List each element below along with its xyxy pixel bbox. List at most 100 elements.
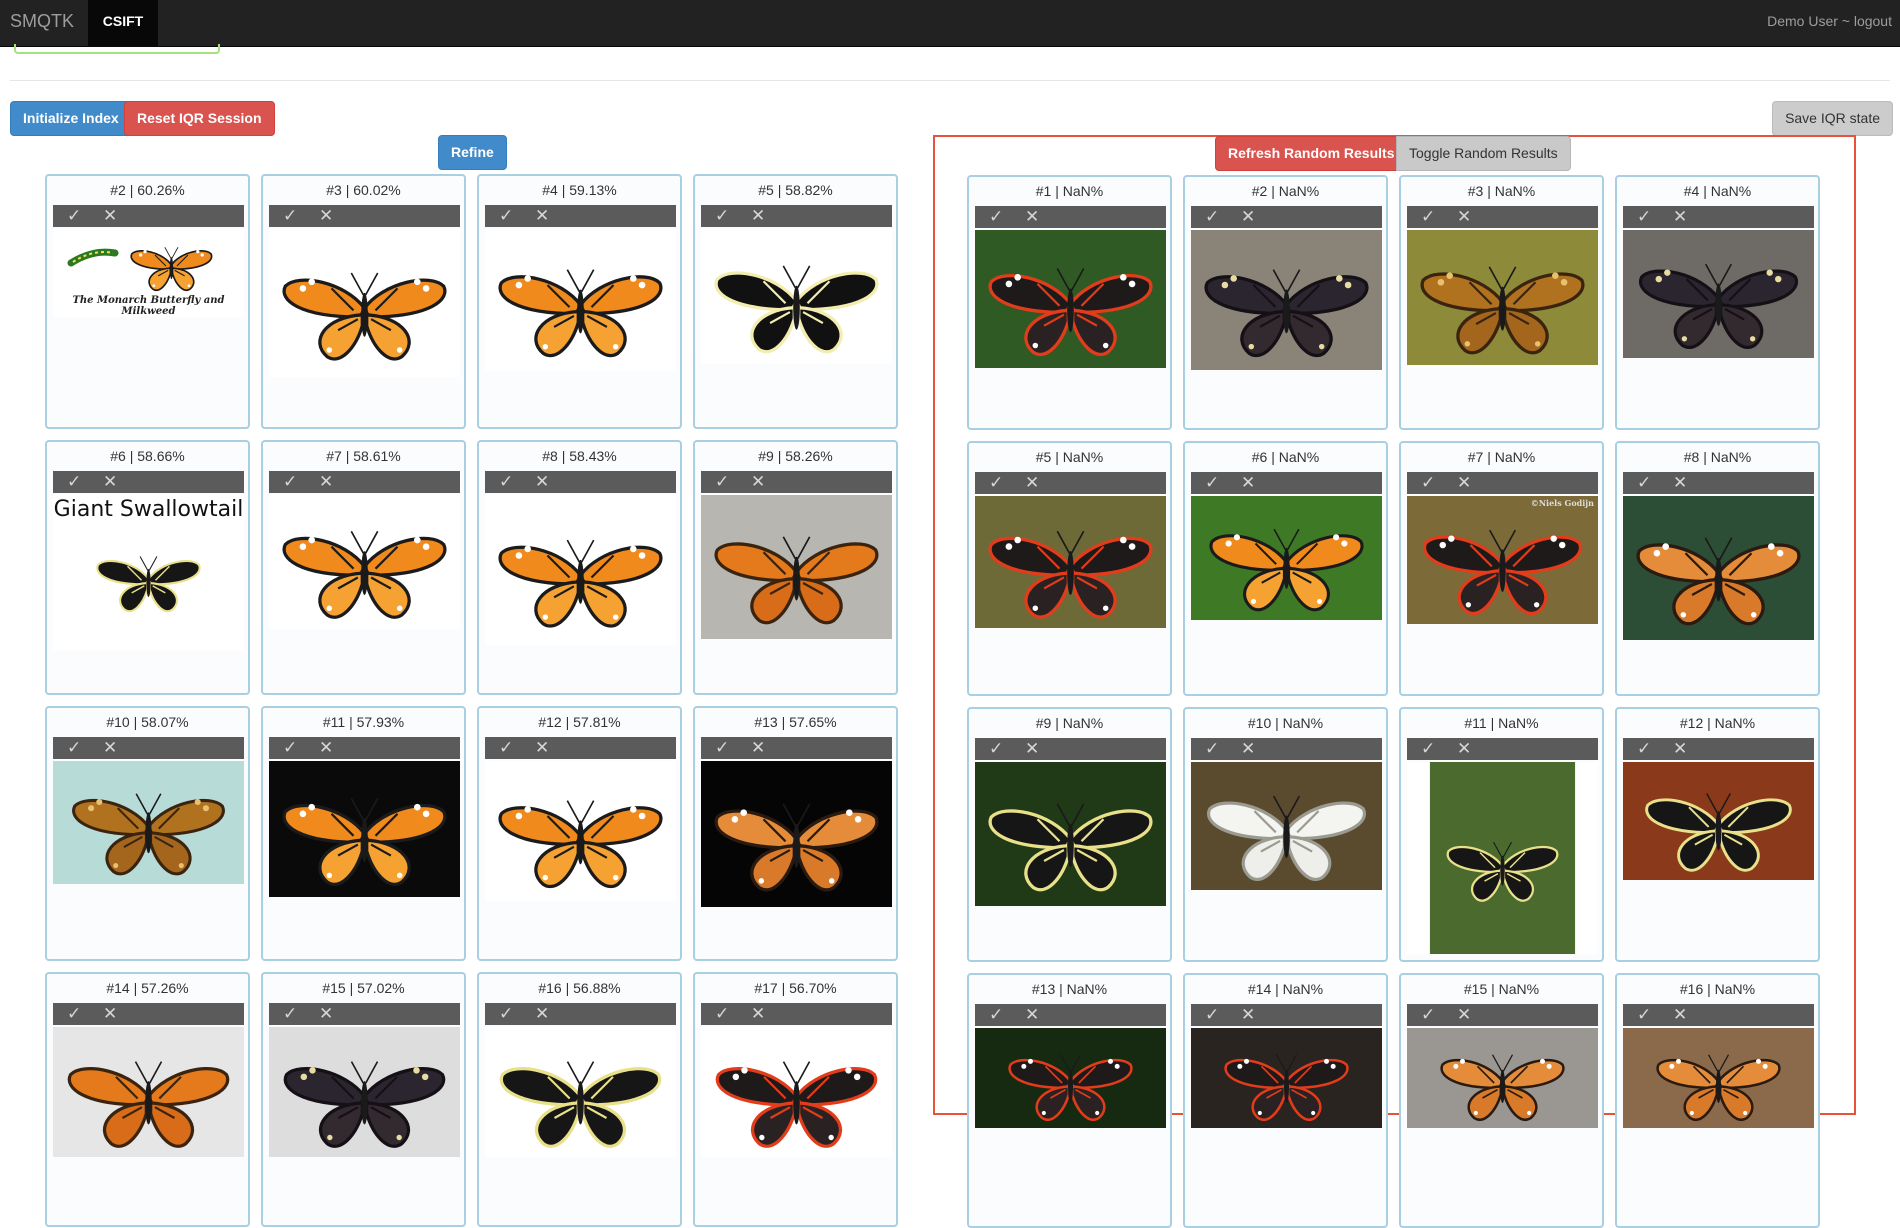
mark-negative-x-icon[interactable]: ✕ — [1457, 206, 1471, 228]
mark-negative-x-icon[interactable]: ✕ — [535, 1003, 549, 1025]
mark-positive-check-icon[interactable]: ✓ — [1637, 1004, 1651, 1026]
result-thumbnail-image[interactable] — [269, 1027, 460, 1157]
mark-negative-x-icon[interactable]: ✕ — [103, 471, 117, 493]
mark-positive-check-icon[interactable]: ✓ — [989, 1004, 1003, 1026]
mark-negative-x-icon[interactable]: ✕ — [1673, 1004, 1687, 1026]
mark-negative-x-icon[interactable]: ✕ — [1025, 738, 1039, 760]
mark-positive-check-icon[interactable]: ✓ — [715, 471, 729, 493]
mark-negative-x-icon[interactable]: ✕ — [535, 205, 549, 227]
mark-positive-check-icon[interactable]: ✓ — [67, 737, 81, 759]
result-thumbnail-image[interactable] — [701, 229, 892, 364]
result-thumbnail-image[interactable] — [1191, 762, 1382, 890]
result-thumbnail-image[interactable] — [1191, 230, 1382, 370]
mark-negative-x-icon[interactable]: ✕ — [1241, 472, 1255, 494]
mark-positive-check-icon[interactable]: ✓ — [1637, 738, 1651, 760]
mark-negative-x-icon[interactable]: ✕ — [1673, 738, 1687, 760]
mark-positive-check-icon[interactable]: ✓ — [283, 737, 297, 759]
mark-positive-check-icon[interactable]: ✓ — [1205, 206, 1219, 228]
mark-positive-check-icon[interactable]: ✓ — [283, 1003, 297, 1025]
mark-positive-check-icon[interactable]: ✓ — [1421, 472, 1435, 494]
mark-negative-x-icon[interactable]: ✕ — [1457, 738, 1471, 760]
mark-positive-check-icon[interactable]: ✓ — [1637, 472, 1651, 494]
result-thumbnail-image[interactable] — [701, 1027, 892, 1157]
mark-positive-check-icon[interactable]: ✓ — [67, 205, 81, 227]
result-thumbnail-image[interactable] — [1191, 1028, 1382, 1128]
save-iqr-state-button[interactable]: Save IQR state — [1772, 101, 1893, 136]
mark-negative-x-icon[interactable]: ✕ — [1025, 206, 1039, 228]
mark-negative-x-icon[interactable]: ✕ — [751, 205, 765, 227]
mark-positive-check-icon[interactable]: ✓ — [1421, 1004, 1435, 1026]
result-thumbnail-image[interactable]: Giant Swallowtail — [53, 495, 244, 650]
result-thumbnail-image[interactable] — [701, 761, 892, 907]
mark-negative-x-icon[interactable]: ✕ — [319, 1003, 333, 1025]
mark-negative-x-icon[interactable]: ✕ — [1457, 472, 1471, 494]
result-thumbnail-image[interactable] — [975, 230, 1166, 368]
mark-positive-check-icon[interactable]: ✓ — [1205, 1004, 1219, 1026]
mark-negative-x-icon[interactable]: ✕ — [1241, 206, 1255, 228]
toggle-random-results-button[interactable]: Toggle Random Results — [1396, 136, 1571, 171]
result-thumbnail-image[interactable] — [975, 496, 1166, 628]
result-thumbnail-image[interactable] — [485, 229, 676, 371]
mark-negative-x-icon[interactable]: ✕ — [319, 205, 333, 227]
result-thumbnail-image[interactable] — [53, 761, 244, 884]
result-thumbnail-image[interactable] — [485, 495, 676, 645]
result-thumbnail-image[interactable] — [1623, 496, 1814, 640]
mark-negative-x-icon[interactable]: ✕ — [319, 737, 333, 759]
mark-positive-check-icon[interactable]: ✓ — [715, 205, 729, 227]
result-thumbnail-image[interactable] — [269, 229, 460, 377]
mark-positive-check-icon[interactable]: ✓ — [1421, 738, 1435, 760]
brand-logo[interactable]: SMQTK — [10, 0, 74, 47]
mark-negative-x-icon[interactable]: ✕ — [1457, 1004, 1471, 1026]
mark-positive-check-icon[interactable]: ✓ — [67, 471, 81, 493]
mark-negative-x-icon[interactable]: ✕ — [535, 471, 549, 493]
result-thumbnail-image[interactable]: The Monarch Butterfly and Milkweed — [53, 229, 244, 317]
mark-negative-x-icon[interactable]: ✕ — [319, 471, 333, 493]
result-thumbnail-image[interactable] — [53, 1027, 244, 1157]
result-thumbnail-image[interactable]: ©Niels Godijn — [1407, 496, 1598, 624]
result-thumbnail-image[interactable] — [1623, 230, 1814, 358]
mark-negative-x-icon[interactable]: ✕ — [103, 205, 117, 227]
mark-positive-check-icon[interactable]: ✓ — [499, 737, 513, 759]
initialize-index-button[interactable]: Initialize Index — [10, 101, 132, 136]
result-thumbnail-image[interactable] — [975, 1028, 1166, 1128]
refresh-random-results-button[interactable]: Refresh Random Results — [1215, 136, 1408, 171]
mark-negative-x-icon[interactable]: ✕ — [103, 737, 117, 759]
mark-negative-x-icon[interactable]: ✕ — [751, 1003, 765, 1025]
mark-positive-check-icon[interactable]: ✓ — [1205, 472, 1219, 494]
mark-negative-x-icon[interactable]: ✕ — [103, 1003, 117, 1025]
result-thumbnail-image[interactable] — [269, 761, 460, 897]
mark-positive-check-icon[interactable]: ✓ — [715, 737, 729, 759]
mark-positive-check-icon[interactable]: ✓ — [67, 1003, 81, 1025]
mark-negative-x-icon[interactable]: ✕ — [1241, 1004, 1255, 1026]
mark-positive-check-icon[interactable]: ✓ — [499, 471, 513, 493]
mark-positive-check-icon[interactable]: ✓ — [989, 206, 1003, 228]
refine-button[interactable]: Refine — [438, 135, 507, 170]
result-thumbnail-image[interactable] — [975, 762, 1166, 906]
mark-positive-check-icon[interactable]: ✓ — [283, 205, 297, 227]
user-logout-link[interactable]: Demo User ~ logout — [1767, 0, 1892, 47]
tab-csift[interactable]: CSIFT — [88, 0, 158, 47]
result-thumbnail-image[interactable] — [485, 761, 676, 901]
result-thumbnail-image[interactable] — [1407, 762, 1598, 954]
mark-positive-check-icon[interactable]: ✓ — [989, 472, 1003, 494]
mark-negative-x-icon[interactable]: ✕ — [1673, 206, 1687, 228]
mark-negative-x-icon[interactable]: ✕ — [1241, 738, 1255, 760]
mark-negative-x-icon[interactable]: ✕ — [751, 737, 765, 759]
mark-positive-check-icon[interactable]: ✓ — [1421, 206, 1435, 228]
mark-negative-x-icon[interactable]: ✕ — [751, 471, 765, 493]
result-thumbnail-image[interactable] — [701, 495, 892, 639]
mark-negative-x-icon[interactable]: ✕ — [535, 737, 549, 759]
mark-negative-x-icon[interactable]: ✕ — [1025, 1004, 1039, 1026]
reset-iqr-session-button[interactable]: Reset IQR Session — [124, 101, 275, 136]
mark-positive-check-icon[interactable]: ✓ — [1637, 206, 1651, 228]
result-thumbnail-image[interactable] — [1407, 230, 1598, 365]
mark-positive-check-icon[interactable]: ✓ — [499, 205, 513, 227]
result-thumbnail-image[interactable] — [485, 1027, 676, 1157]
result-thumbnail-image[interactable] — [1623, 762, 1814, 880]
result-thumbnail-image[interactable] — [269, 495, 460, 629]
result-thumbnail-image[interactable] — [1191, 496, 1382, 620]
result-thumbnail-image[interactable] — [1407, 1028, 1598, 1128]
mark-positive-check-icon[interactable]: ✓ — [715, 1003, 729, 1025]
mark-negative-x-icon[interactable]: ✕ — [1673, 472, 1687, 494]
mark-negative-x-icon[interactable]: ✕ — [1025, 472, 1039, 494]
